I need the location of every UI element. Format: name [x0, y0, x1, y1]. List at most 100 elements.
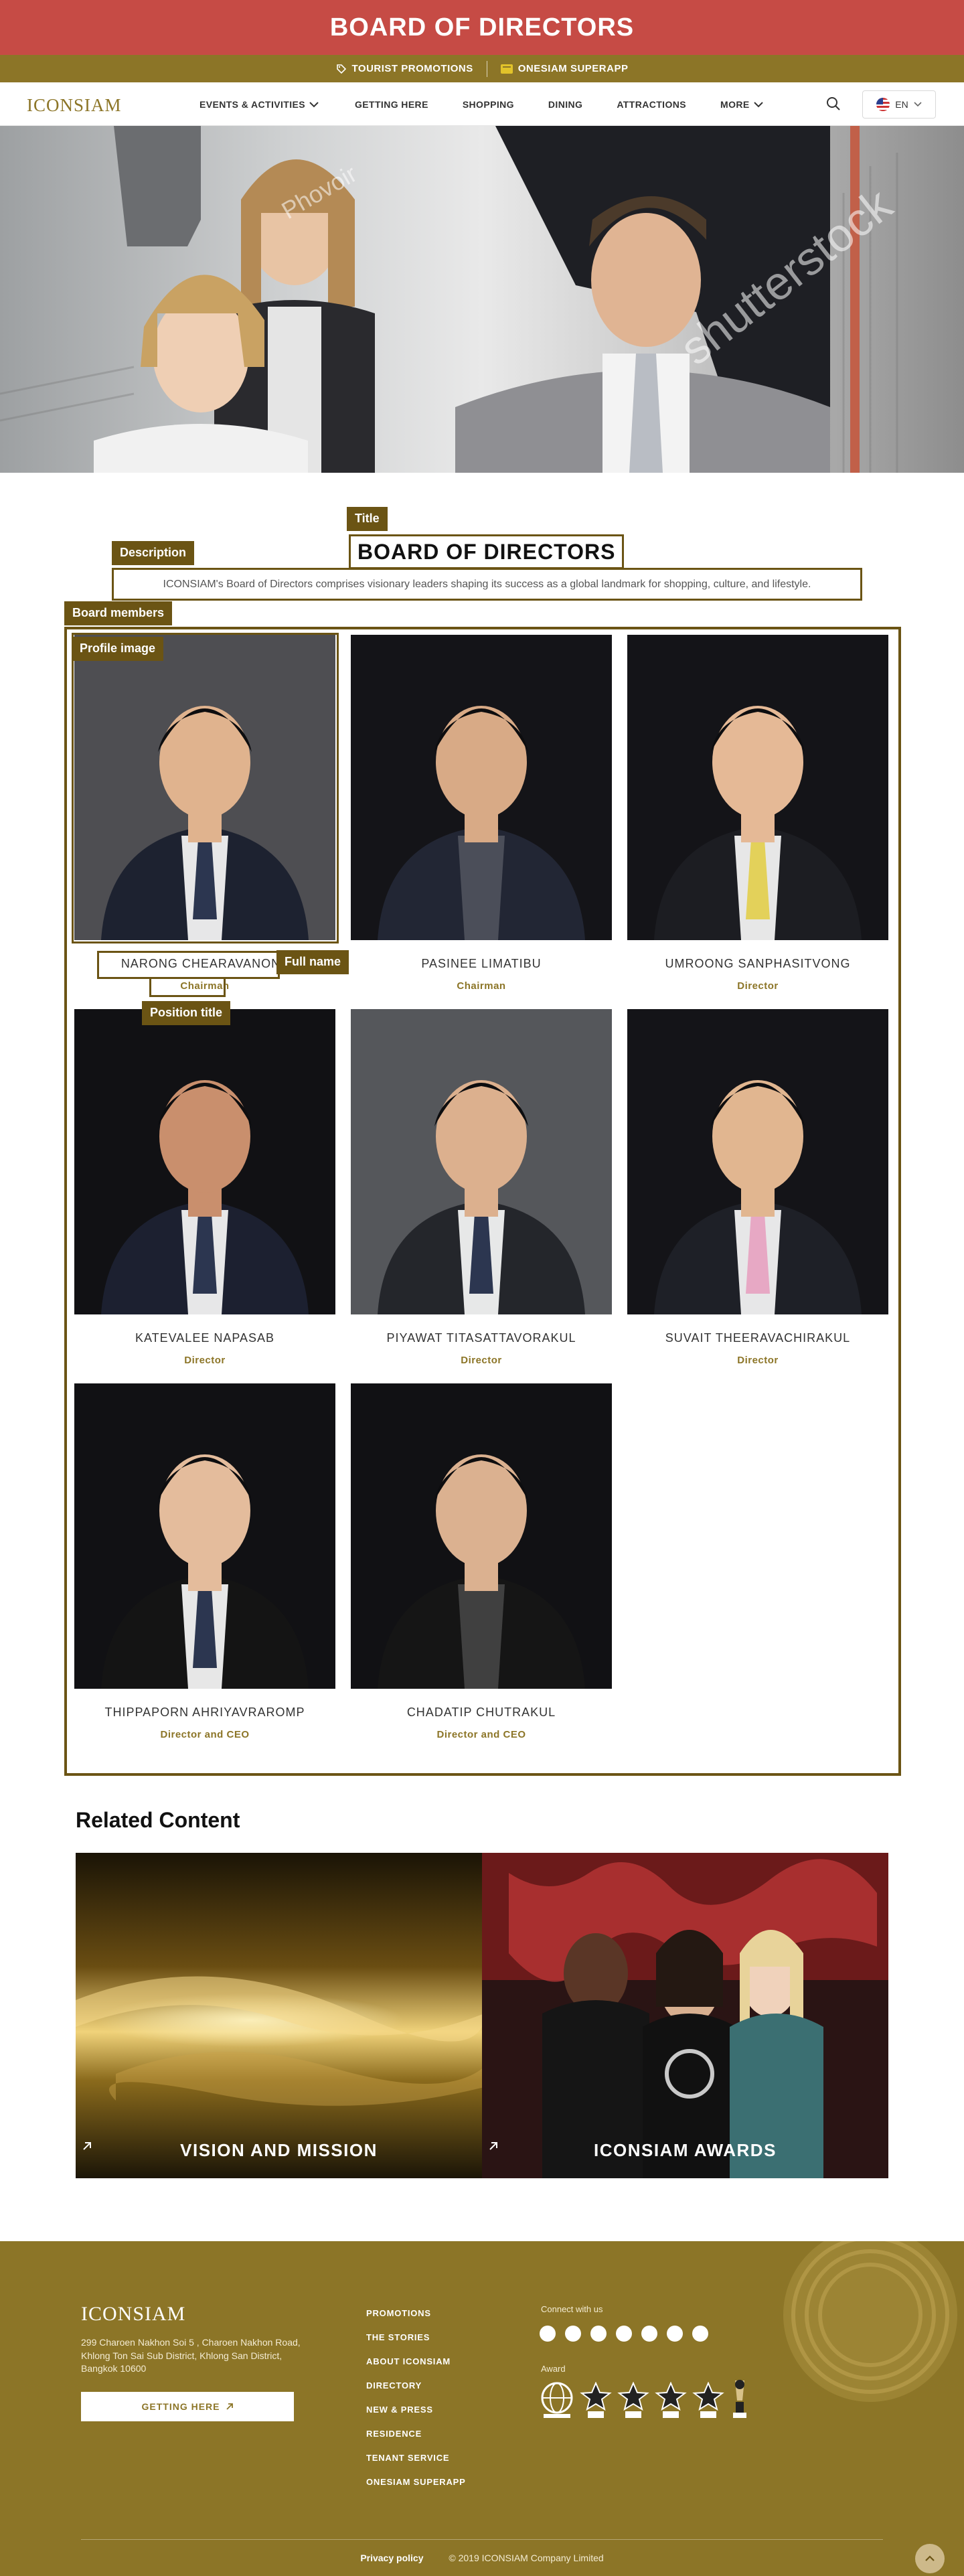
profile-image [74, 1383, 335, 1689]
award-label: Award [541, 2364, 566, 2374]
award-star-icon [655, 2382, 687, 2418]
banner-title: BOARD OF DIRECTORS [329, 13, 635, 42]
tourist-promotions-label: TOURIST PROMOTIONS [351, 63, 473, 74]
nav-item-shopping[interactable]: SHOPPING [463, 99, 514, 110]
member-full-name: UMROONG SANPHASITVONG [665, 957, 851, 970]
nav-item-label: MORE [720, 98, 750, 110]
footer-link-about[interactable]: ABOUT ICONSIAM [366, 2356, 466, 2366]
annotation-full-name-tag: Full name [276, 950, 349, 974]
arrow-up-right-icon [226, 2403, 233, 2410]
footer-link-press[interactable]: NEW & PRESS [366, 2405, 466, 2415]
nav-item-more[interactable]: MORE [720, 99, 763, 110]
onesiam-superapp-link[interactable]: ONESIAM SUPERAPP [500, 63, 629, 74]
related-content-title: Related Content [76, 1808, 240, 1832]
nav-item-attractions[interactable]: ATTRACTIONS [617, 99, 686, 110]
scroll-to-top-button[interactable] [915, 2544, 945, 2573]
section-description: ICONSIAM's Board of Directors comprises … [112, 568, 862, 601]
language-label: EN [895, 99, 908, 110]
site-footer: ICONSIAM 299 Charoen Nakhon Soi 5 , Char… [0, 2241, 964, 2576]
related-label-text: ICONSIAM AWARDS [594, 2140, 777, 2160]
member-position-title: Director and CEO [436, 1729, 526, 1740]
footer-bottom: Privacy policy © 2019 ICONSIAM Company L… [0, 2553, 964, 2563]
arrow-up-right-icon [83, 2142, 91, 2150]
footer-links: PROMOTIONS THE STORIES ABOUT ICONSIAM DI… [366, 2308, 466, 2501]
nav-item-label: ATTRACTIONS [617, 98, 687, 110]
line-icon[interactable] [692, 2326, 708, 2342]
footer-link-directory[interactable]: DIRECTORY [366, 2380, 466, 2391]
award-star-icon [692, 2382, 724, 2418]
chevron-down-icon [309, 101, 319, 107]
privacy-policy-link[interactable]: Privacy policy [360, 2553, 423, 2563]
member-position-title: Chairman [457, 980, 506, 992]
award-globe-icon [541, 2382, 573, 2418]
footer-divider [81, 2539, 883, 2540]
youtube-icon[interactable] [616, 2326, 632, 2342]
member-full-name: PIYAWAT TITASATTAVORAKUL [386, 1331, 576, 1345]
getting-here-label: GETTING HERE [141, 2401, 220, 2412]
chevron-down-icon [914, 102, 922, 107]
nav-item-dining[interactable]: DINING [548, 99, 582, 110]
annotation-description-tag: Description [112, 541, 195, 565]
award-star-icon [580, 2382, 612, 2418]
nav-item-getting-here[interactable]: GETTING HERE [355, 99, 428, 110]
profile-image-outline [72, 633, 339, 943]
member-full-name: SUVAIT THEERAVACHIRAKUL [665, 1331, 851, 1345]
related-image-vision [76, 1853, 482, 2178]
footer-decoration [783, 2241, 957, 2402]
section-title: BOARD OF DIRECTORS [349, 534, 625, 569]
nav-item-events[interactable]: EVENTS & ACTIVITIES [199, 99, 319, 110]
related-card-vision[interactable]: VISION AND MISSION [76, 1853, 482, 2178]
facebook-icon[interactable] [540, 2326, 556, 2342]
footer-link-tenant[interactable]: TENANT SERVICE [366, 2453, 466, 2463]
member-position-title: Director [461, 1355, 502, 1366]
annotation-board-members-tag: Board members [64, 601, 173, 625]
search-button[interactable] [825, 96, 841, 115]
related-label-awards: ICONSIAM AWARDS [482, 2140, 888, 2161]
search-icon [827, 97, 840, 110]
instagram-icon[interactable] [590, 2326, 607, 2342]
profile-image [74, 1009, 335, 1314]
member-full-name: PASINEE LIMATIBU [421, 957, 542, 970]
nav-menu: EVENTS & ACTIVITIES GETTING HERE SHOPPIN… [199, 82, 763, 126]
related-card-awards[interactable]: ICONSIAM AWARDS [482, 1853, 888, 2178]
member-full-name: THIPPAPORN AHRIYAVRAROMP [104, 1706, 305, 1719]
getting-here-button[interactable]: GETTING HERE [81, 2392, 294, 2421]
award-trophy-icon [733, 2380, 746, 2418]
related-image-awards [482, 1853, 888, 2178]
member-full-name: CHADATIP CHUTRAKUL [406, 1706, 556, 1719]
tourist-promotions-link[interactable]: TOURIST PROMOTIONS [336, 63, 473, 74]
member-position-title: Director and CEO [160, 1729, 250, 1740]
connect-label: Connect with us [541, 2304, 603, 2314]
arrow-up-right-icon [489, 2142, 497, 2150]
profile-image [351, 1383, 612, 1689]
member-position-title: Director [737, 1355, 779, 1366]
footer-address: 299 Charoen Nakhon Soi 5 , Charoen Nakho… [81, 2337, 301, 2374]
weibo-icon[interactable] [641, 2326, 657, 2342]
member-position-title: Director [737, 980, 779, 992]
iconsiam-logo[interactable]: ICONSIAM [27, 95, 122, 116]
footer-logo[interactable]: ICONSIAM [81, 2303, 185, 2326]
award-star-icon [617, 2382, 649, 2418]
language-select[interactable]: EN [862, 90, 936, 119]
footer-link-stories[interactable]: THE STORIES [366, 2332, 466, 2342]
member-position-title: Director [184, 1355, 226, 1366]
footer-link-residence[interactable]: RESIDENCE [366, 2429, 466, 2439]
wechat-icon[interactable] [667, 2326, 683, 2342]
x-icon[interactable] [565, 2326, 581, 2342]
profile-image [627, 1009, 888, 1314]
tag-icon [336, 64, 346, 74]
promo-bar: TOURIST PROMOTIONS ONESIAM SUPERAPP [0, 55, 964, 82]
page-banner: BOARD OF DIRECTORS [0, 0, 964, 55]
related-label-vision: VISION AND MISSION [76, 2140, 482, 2161]
chevron-up-icon [925, 2555, 935, 2561]
app-icon [500, 64, 513, 74]
footer-link-promotions[interactable]: PROMOTIONS [366, 2308, 466, 2318]
full-name-outline [97, 951, 280, 979]
main-nav: ICONSIAM EVENTS & ACTIVITIES GETTING HER… [0, 82, 964, 126]
annotation-title-tag: Title [347, 507, 388, 531]
copyright-text: © 2019 ICONSIAM Company Limited [449, 2553, 604, 2563]
chevron-down-icon [753, 101, 763, 107]
position-title-outline [149, 977, 226, 997]
hero-photo: shutterstock Phovoir [0, 126, 902, 473]
footer-link-superapp[interactable]: ONESIAM SUPERAPP [366, 2477, 466, 2487]
